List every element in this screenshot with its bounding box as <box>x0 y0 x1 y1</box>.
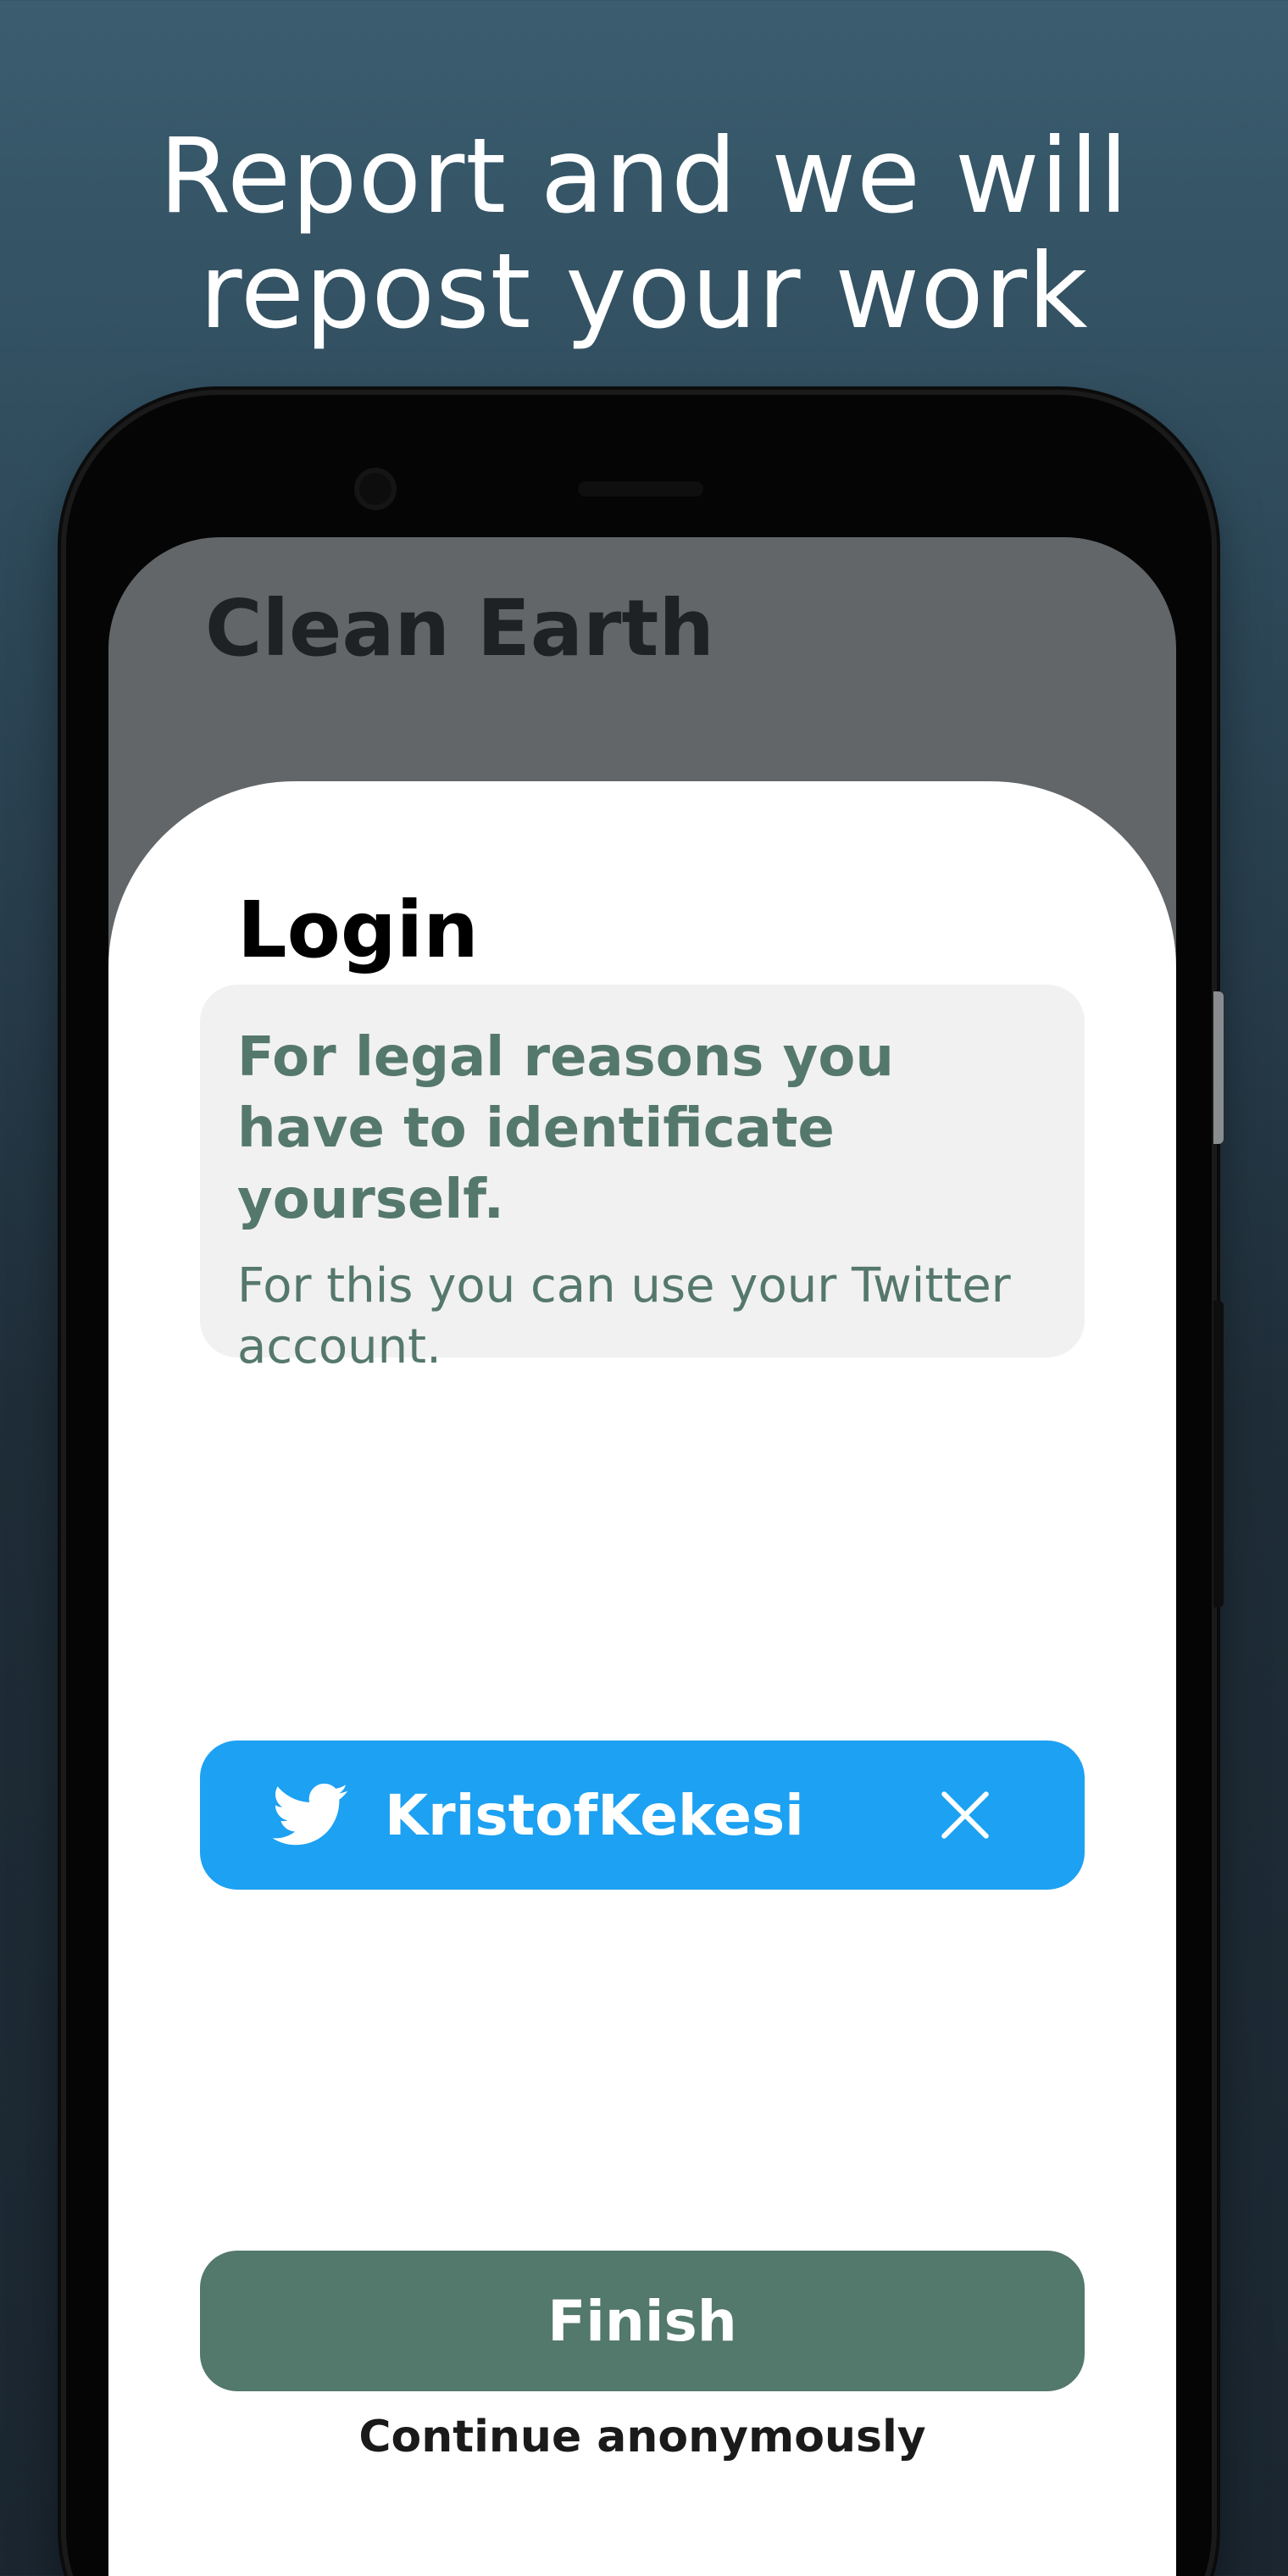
close-icon[interactable] <box>935 1785 995 1845</box>
twitter-account-chip[interactable]: KristofKekesi <box>200 1740 1085 1890</box>
twitter-username: KristofKekesi <box>385 1782 804 1848</box>
promo-headline-line-2: repost your work <box>199 231 1089 352</box>
phone-volume-button <box>1213 991 1224 1144</box>
twitter-bird-icon <box>273 1782 349 1848</box>
continue-anonymously-link[interactable]: Continue anonymously <box>108 2412 1176 2462</box>
login-sheet: Login For legal reasons you have to iden… <box>108 781 1176 2576</box>
promo-headline-line-1: Report and we will <box>158 116 1130 236</box>
app-title: Clean Earth <box>205 583 714 674</box>
legal-info-heading: For legal reasons you have to identifica… <box>237 1026 894 1231</box>
legal-info-card: For legal reasons you have to identifica… <box>200 985 1085 1374</box>
finish-button[interactable]: Finish <box>200 2251 1085 2391</box>
phone-screen: Clean Earth Login For legal reasons you … <box>108 537 1176 2576</box>
promo-headline: Report and we will repost your work <box>0 119 1288 349</box>
phone-power-button <box>1213 1301 1224 1607</box>
front-camera <box>354 468 397 510</box>
legal-info-text: For this you can use your Twitter accoun… <box>237 1258 1011 1374</box>
earpiece-speaker <box>578 481 703 497</box>
login-title: Login <box>237 885 479 975</box>
